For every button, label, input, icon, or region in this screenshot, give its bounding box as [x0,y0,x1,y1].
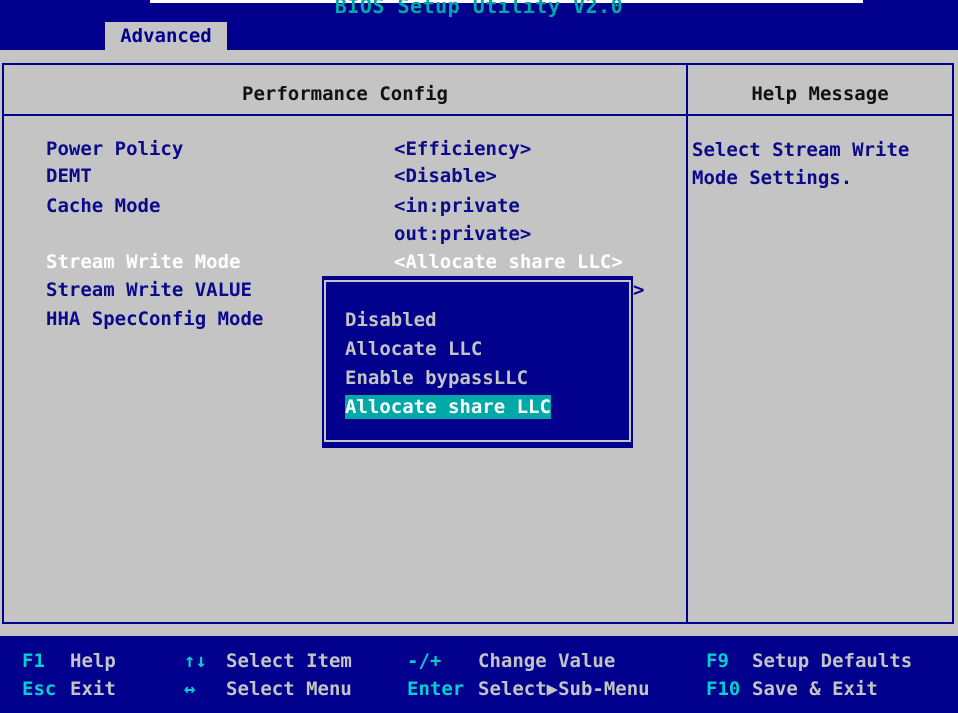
help-text-line2: Mode Settings. [692,167,853,189]
options-popup [322,276,633,448]
stream-write-value-arrow: > [633,279,645,301]
key-minus-plus-desc: Change Value [478,650,616,672]
key-f10-desc: Save & Exit [752,678,878,700]
option-disabled[interactable]: Disabled [345,308,437,332]
key-legend: F1 Help Esc Exit ↑↓ Select Item ↔ Select… [0,636,958,713]
help-title: Help Message [751,83,889,105]
option-enable-bypassllc[interactable]: Enable bypassLLC [345,366,528,390]
setting-power-policy-value[interactable]: <Efficiency> [394,138,531,160]
setting-cache-mode-value-line2[interactable]: out:private> [394,223,531,245]
setting-demt-value[interactable]: <Disable> [394,165,497,187]
title-bar: BIOS Setup Utility V2.0 Advanced [0,0,958,50]
key-esc: Esc [22,678,57,700]
window-title: BIOS Setup Utility V2.0 [334,0,624,18]
option-allocate-share-llc[interactable]: Allocate share LLC [345,395,551,419]
key-minus-plus: -/+ [407,650,442,672]
key-f1: F1 [22,650,45,672]
tab-advanced[interactable]: Advanced [105,22,227,50]
setting-cache-mode-value[interactable]: <in:private [394,195,520,217]
panel-divider [686,63,688,624]
setting-demt[interactable]: DEMT [46,165,92,187]
key-f10: F10 [706,678,741,700]
header-divider [2,114,954,116]
key-left-right-desc: Select Menu [226,678,352,700]
key-f9-desc: Setup Defaults [752,650,913,672]
key-enter: Enter [407,678,465,700]
key-up-down-desc: Select Item [226,650,352,672]
option-allocate-llc[interactable]: Allocate LLC [345,337,482,361]
key-enter-desc: Select▶Sub-Menu [478,678,650,700]
setting-stream-write-mode[interactable]: Stream Write Mode [46,251,240,273]
key-f1-desc: Help [70,650,116,672]
key-f9: F9 [706,650,729,672]
panel-title: Performance Config [242,83,448,105]
setting-stream-write-value[interactable]: Stream Write VALUE [46,279,252,301]
key-left-right-icon: ↔ [184,678,196,700]
setting-cache-mode[interactable]: Cache Mode [46,195,160,217]
setting-hha-specconfig-mode[interactable]: HHA SpecConfig Mode [46,308,263,330]
key-up-down-icon: ↑↓ [184,650,207,672]
setting-power-policy[interactable]: Power Policy [46,138,183,160]
setting-stream-write-mode-value[interactable]: <Allocate share LLC> [394,251,623,273]
key-esc-desc: Exit [70,678,116,700]
help-text-line1: Select Stream Write [692,139,910,161]
